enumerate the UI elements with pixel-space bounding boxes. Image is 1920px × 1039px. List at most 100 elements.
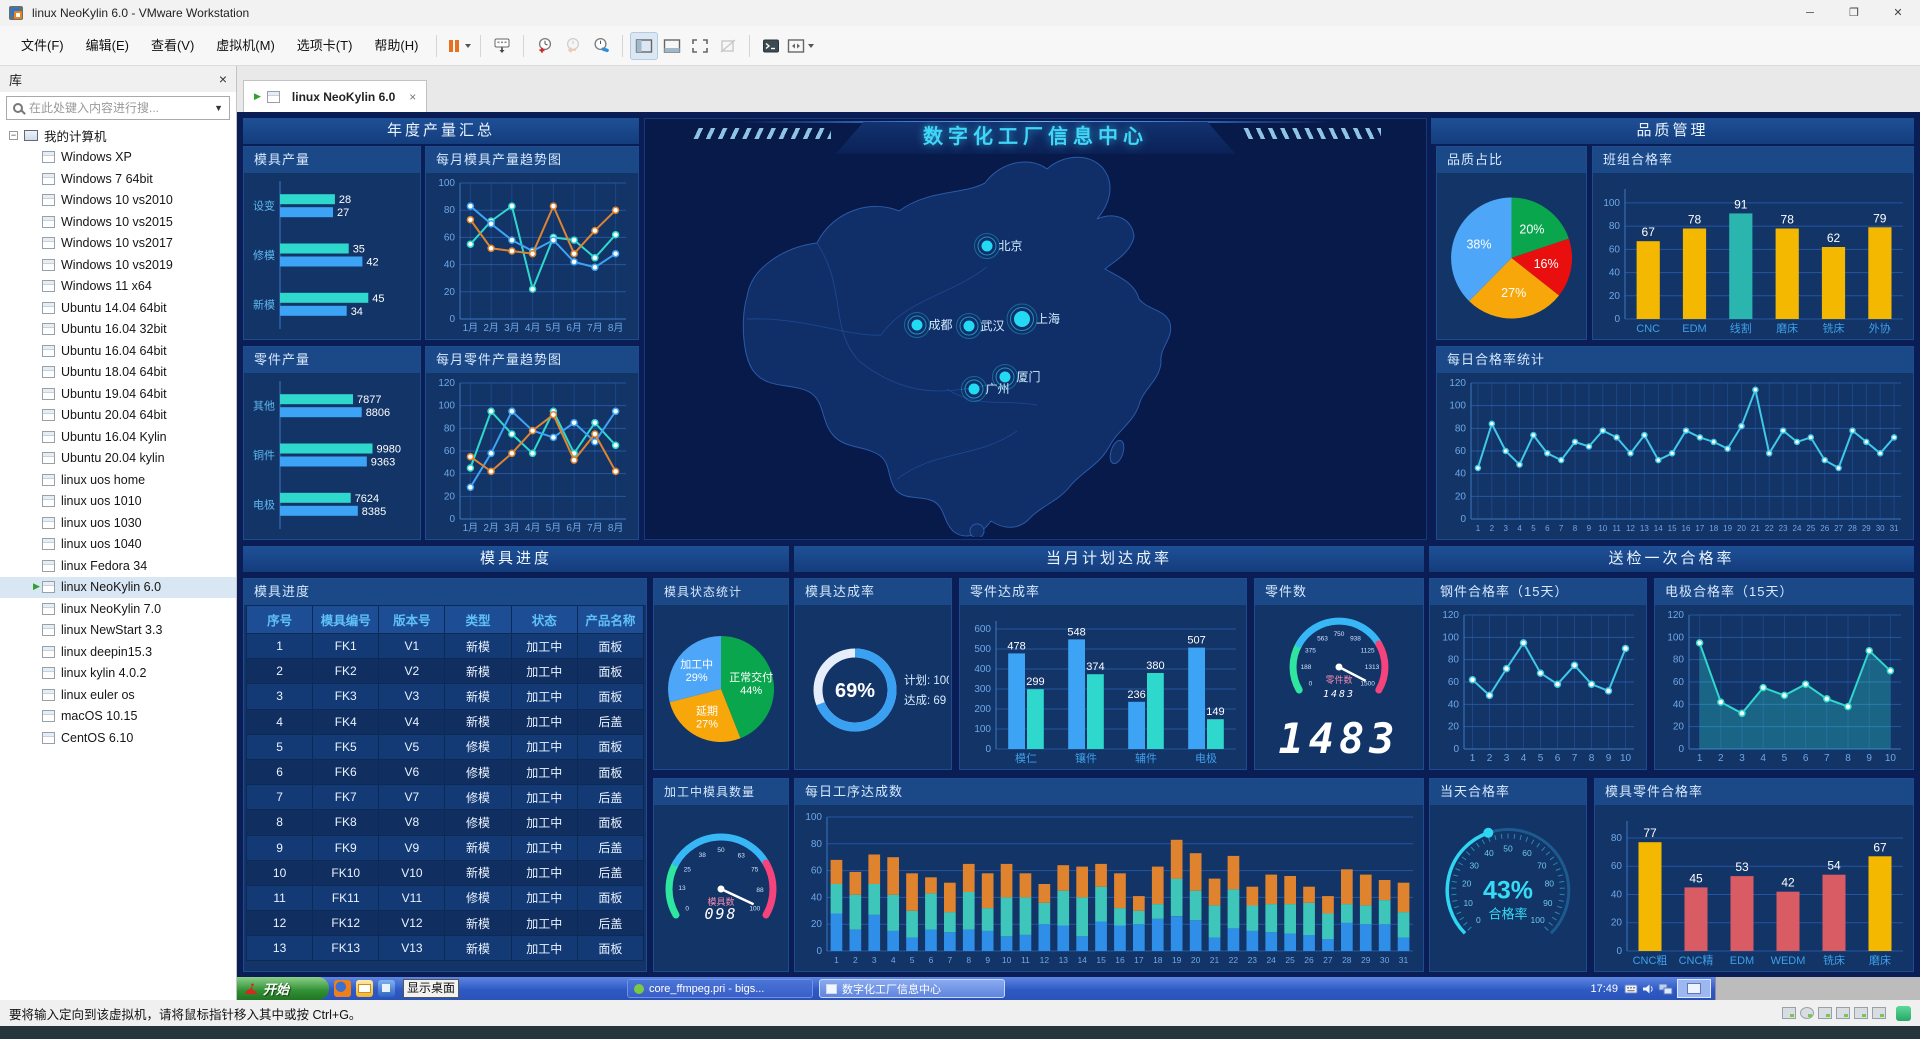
sidebar-item[interactable]: linux kylin 4.0.2 xyxy=(0,663,236,685)
printer-icon[interactable] xyxy=(1836,1007,1850,1019)
library-close-icon[interactable]: × xyxy=(219,71,227,87)
firefox-icon[interactable] xyxy=(334,980,351,997)
table-row[interactable]: 6FK6V6修模加工中面板 xyxy=(247,759,644,784)
sidebar-item[interactable]: Ubuntu 19.04 64bit xyxy=(0,383,236,405)
expander-icon[interactable]: − xyxy=(9,131,18,140)
show-library-toggle[interactable] xyxy=(630,32,658,60)
table-row[interactable]: 8FK8V8修模加工中面板 xyxy=(247,810,644,835)
table-row[interactable]: 11FK11V11修模加工中面板 xyxy=(247,885,644,910)
fullscreen-toggle[interactable] xyxy=(686,32,714,60)
taskbar-item[interactable]: core_ffmpeg.pri - bigs... xyxy=(627,979,813,998)
sidebar-item[interactable]: Ubuntu 16.04 32bit xyxy=(0,319,236,341)
sidebar-item[interactable]: Windows 10 vs2019 xyxy=(0,254,236,276)
maximize-button[interactable]: ❐ xyxy=(1832,0,1876,26)
menu-item[interactable]: 查看(V) xyxy=(140,32,205,60)
manage-snapshots-button[interactable] xyxy=(587,32,615,60)
menu-item[interactable]: 文件(F) xyxy=(10,32,75,60)
tab-close-icon[interactable]: × xyxy=(409,90,416,104)
vm-tab[interactable]: ▶ linux NeoKylin 6.0 × xyxy=(243,80,427,112)
menu-item[interactable]: 选项卡(T) xyxy=(286,32,364,60)
sidebar-item[interactable]: linux deepin15.3 xyxy=(0,641,236,663)
input-method-icon[interactable] xyxy=(1624,983,1638,995)
taskbar-item[interactable]: 数字化工厂信息中心 xyxy=(819,979,1005,998)
pause-vm-button[interactable] xyxy=(444,32,473,60)
search-dropdown-icon[interactable]: ▼ xyxy=(214,103,223,113)
vmware-tips-icon[interactable] xyxy=(1896,1006,1911,1021)
show-thumbnail-bar-toggle[interactable] xyxy=(658,32,686,60)
menu-item[interactable]: 虚拟机(M) xyxy=(205,32,286,60)
minimize-button[interactable]: ─ xyxy=(1788,0,1832,26)
table-row[interactable]: 9FK9V9新模加工中后盖 xyxy=(247,835,644,860)
vm-icon xyxy=(42,173,55,185)
desktop-switch-tile[interactable] xyxy=(1677,979,1711,998)
panel-title: 当天合格率 xyxy=(1430,779,1586,805)
table-row[interactable]: 2FK2V2新模加工中面板 xyxy=(247,659,644,684)
sidebar-item[interactable]: Ubuntu 16.04 Kylin xyxy=(0,426,236,448)
harddisk-icon[interactable] xyxy=(1782,1007,1796,1019)
svg-text:1月: 1月 xyxy=(463,522,479,534)
sidebar-item[interactable]: Ubuntu 20.04 kylin xyxy=(0,448,236,470)
stretch-guest-button[interactable] xyxy=(785,32,816,60)
svg-text:40: 40 xyxy=(811,892,823,903)
menu-item[interactable]: 编辑(E) xyxy=(75,32,140,60)
sidebar-item[interactable]: Windows 7 64bit xyxy=(0,168,236,190)
cdrom-icon[interactable] xyxy=(1800,1007,1814,1019)
table-row[interactable]: 13FK13V13新模加工中面板 xyxy=(247,936,644,961)
sidebar-item[interactable]: ▶linux NeoKylin 6.0 xyxy=(0,577,236,599)
svg-text:20: 20 xyxy=(1611,918,1623,929)
sidebar-item[interactable]: Windows 10 vs2015 xyxy=(0,211,236,233)
sidebar-item[interactable]: linux euler os xyxy=(0,684,236,706)
volume-icon[interactable] xyxy=(1642,983,1654,995)
table-row[interactable]: 3FK3V3新模加工中面板 xyxy=(247,684,644,709)
menu-item[interactable]: 帮助(H) xyxy=(363,32,429,60)
table-row[interactable]: 10FK10V10新模加工中后盖 xyxy=(247,860,644,885)
sidebar-item[interactable]: Windows 11 x64 xyxy=(0,276,236,298)
svg-text:40: 40 xyxy=(444,260,456,271)
sidebar-item[interactable]: Ubuntu 20.04 64bit xyxy=(0,405,236,427)
sidebar-item[interactable]: linux Fedora 34 xyxy=(0,555,236,577)
revert-snapshot-button[interactable] xyxy=(559,32,587,60)
network-icon[interactable] xyxy=(1658,983,1673,995)
sidebar-item[interactable]: linux uos 1010 xyxy=(0,491,236,513)
console-view-button[interactable] xyxy=(757,32,785,60)
table-cell: V12 xyxy=(379,911,445,936)
close-button[interactable]: ✕ xyxy=(1876,0,1920,26)
sidebar-item[interactable]: Windows 10 vs2010 xyxy=(0,190,236,212)
vm-icon xyxy=(42,302,55,314)
table-cell: 新模 xyxy=(445,835,511,860)
table-row[interactable]: 5FK5V5修模加工中面板 xyxy=(247,734,644,759)
sidebar-item[interactable]: Windows 10 vs2017 xyxy=(0,233,236,255)
search-input[interactable] xyxy=(29,101,208,115)
usb-icon[interactable] xyxy=(1872,1007,1886,1019)
table-row[interactable]: 7FK7V7修模加工中后盖 xyxy=(247,785,644,810)
sidebar-root-item[interactable]: −我的计算机 xyxy=(0,125,236,147)
sidebar-item[interactable]: linux uos 1030 xyxy=(0,512,236,534)
sidebar-item[interactable]: macOS 10.15 xyxy=(0,706,236,728)
table-row[interactable]: 4FK4V4新模加工中后盖 xyxy=(247,709,644,734)
vm-icon xyxy=(42,345,55,357)
sidebar-item[interactable]: Ubuntu 16.04 64bit xyxy=(0,340,236,362)
sidebar-item[interactable]: linux uos 1040 xyxy=(0,534,236,556)
sound-icon[interactable] xyxy=(1854,1007,1868,1019)
show-desktop-button[interactable]: 显示桌面 xyxy=(403,979,459,998)
svg-text:铣床: 铣床 xyxy=(1823,321,1845,335)
sidebar-item[interactable]: CentOS 6.10 xyxy=(0,727,236,749)
sidebar-item[interactable]: linux NewStart 3.3 xyxy=(0,620,236,642)
take-snapshot-button[interactable] xyxy=(531,32,559,60)
vm-start-button[interactable]: 开始 xyxy=(237,977,329,1000)
network-adapter-icon[interactable] xyxy=(1818,1007,1832,1019)
sidebar-item[interactable]: linux NeoKylin 7.0 xyxy=(0,598,236,620)
sidebar-item[interactable]: Ubuntu 18.04 64bit xyxy=(0,362,236,384)
mail-icon[interactable] xyxy=(356,980,373,997)
file-manager-icon[interactable] xyxy=(378,980,395,997)
send-ctrl-alt-del-button[interactable] xyxy=(488,32,516,60)
table-row[interactable]: 1FK1V1新模加工中面板 xyxy=(247,634,644,659)
sidebar-item[interactable]: Windows XP xyxy=(0,147,236,169)
sidebar-item[interactable]: Ubuntu 14.04 64bit xyxy=(0,297,236,319)
table-row[interactable]: 12FK12V12新模加工中后盖 xyxy=(247,911,644,936)
unity-toggle[interactable] xyxy=(714,32,742,60)
mold-progress-table: 序号模具编号版本号类型状态产品名称 1FK1V1新模加工中面板2FK2V2新模加… xyxy=(246,605,644,961)
china-map: 北京上海武汉成都厦门广州 xyxy=(647,149,1424,537)
sidebar-item[interactable]: linux uos home xyxy=(0,469,236,491)
svg-text:28: 28 xyxy=(339,194,351,206)
